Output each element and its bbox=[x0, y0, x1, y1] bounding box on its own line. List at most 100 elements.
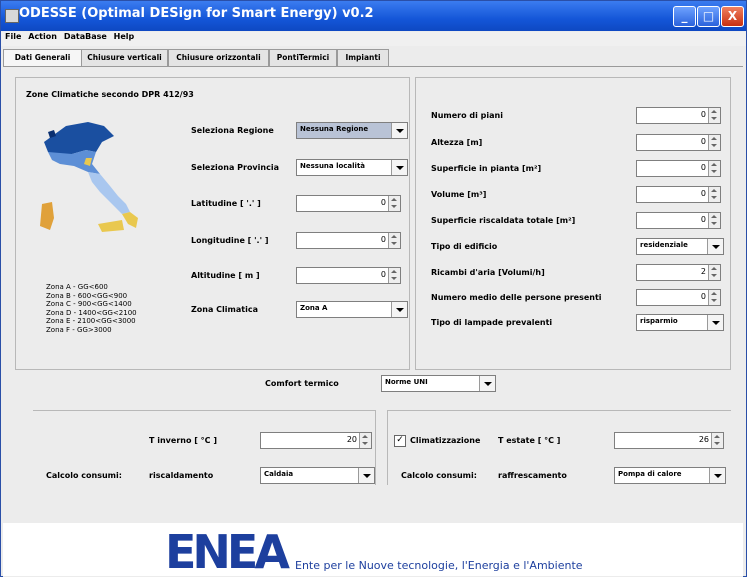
longitudine-label: Longitudine [ '.' ] bbox=[191, 236, 269, 245]
minimize-button[interactable]: _ bbox=[673, 6, 696, 27]
spinner-arrows-icon[interactable] bbox=[708, 135, 720, 150]
app-icon bbox=[5, 9, 19, 23]
altitudine-field[interactable]: 0 bbox=[296, 267, 401, 284]
chevron-down-icon[interactable] bbox=[707, 315, 723, 330]
superficie-riscaldata-label: Superficie riscaldata totale [m²] bbox=[431, 216, 576, 225]
summer-panel: ✓ Climatizzazione T estate [ °C ] 26 Cal… bbox=[387, 410, 731, 485]
window-title: ODESSE (Optimal DESign for Smart Energy)… bbox=[19, 6, 374, 21]
volume-label: Volume [m³] bbox=[431, 190, 487, 199]
menu-bar: File Action DataBase Help bbox=[1, 32, 746, 46]
chevron-down-icon[interactable] bbox=[358, 468, 374, 483]
tab-content: Zone Climatiche secondo DPR 412/93 Zona … bbox=[3, 66, 743, 577]
raffrescamento-label: raffrescamento bbox=[498, 471, 567, 480]
riscaldamento-label: riscaldamento bbox=[149, 471, 214, 480]
winter-consumi-label: Calcolo consumi: bbox=[46, 471, 122, 480]
spinner-arrows-icon[interactable] bbox=[708, 290, 720, 305]
maximize-button[interactable]: □ bbox=[697, 6, 720, 27]
t-estate-label: T estate [ °C ] bbox=[498, 436, 561, 445]
provincia-select[interactable]: Nessuna località bbox=[296, 159, 408, 176]
spinner-arrows-icon[interactable] bbox=[708, 265, 720, 280]
regione-select[interactable]: Nessuna Regione bbox=[296, 122, 408, 139]
chevron-down-icon[interactable] bbox=[479, 376, 495, 391]
provincia-label: Seleziona Provincia bbox=[191, 163, 279, 172]
superficie-pianta-label: Superficie in pianta [m²] bbox=[431, 164, 542, 173]
enea-logo-text: ENEA bbox=[165, 528, 290, 572]
tipo-lampade-select[interactable]: risparmio bbox=[636, 314, 724, 331]
t-estate-field[interactable]: 26 bbox=[614, 432, 724, 449]
ricambi-aria-field[interactable]: 2 bbox=[636, 264, 721, 281]
latitudine-value: 0 bbox=[380, 198, 386, 207]
superficie-riscaldata-field[interactable]: 0 bbox=[636, 212, 721, 229]
ricambi-aria-value: 2 bbox=[700, 267, 706, 276]
volume-field[interactable]: 0 bbox=[636, 186, 721, 203]
latitudine-label: Latitudine [ '.' ] bbox=[191, 199, 261, 208]
tipo-edificio-label: Tipo di edificio bbox=[431, 242, 498, 251]
tab-impianti[interactable]: Impianti bbox=[337, 49, 389, 66]
latitudine-field[interactable]: 0 bbox=[296, 195, 401, 212]
superficie-pianta-field[interactable]: 0 bbox=[636, 160, 721, 177]
superficie-riscaldata-value: 0 bbox=[700, 215, 706, 224]
regione-label: Seleziona Regione bbox=[191, 126, 274, 135]
spinner-arrows-icon[interactable] bbox=[708, 108, 720, 123]
building-panel: Numero di piani 0 Altezza [m] 0 Superfic… bbox=[415, 77, 731, 370]
numero-piani-label: Numero di piani bbox=[431, 111, 503, 120]
raffrescamento-select[interactable]: Pompa di calore bbox=[614, 467, 726, 484]
footer: ENEA Ente per le Nuove tecnologie, l'Ene… bbox=[3, 523, 743, 576]
legend-zone-c: Zona C - 900<GG<1400 bbox=[46, 300, 132, 308]
riscaldamento-select[interactable]: Caldaia bbox=[260, 467, 375, 484]
menu-file[interactable]: File bbox=[5, 32, 21, 41]
spinner-arrows-icon[interactable] bbox=[711, 433, 723, 448]
chevron-down-icon[interactable] bbox=[391, 123, 407, 138]
altitudine-value: 0 bbox=[380, 270, 386, 279]
title-bar[interactable]: ODESSE (Optimal DESign for Smart Energy)… bbox=[1, 1, 746, 31]
longitudine-value: 0 bbox=[380, 235, 386, 244]
tab-dati-generali[interactable]: Dati Generali bbox=[3, 49, 82, 67]
comfort-termico-select[interactable]: Norme UNI bbox=[381, 375, 496, 392]
spinner-arrows-icon[interactable] bbox=[359, 433, 371, 448]
altezza-value: 0 bbox=[700, 137, 706, 146]
tipo-edificio-select[interactable]: residenziale bbox=[636, 238, 724, 255]
chevron-down-icon[interactable] bbox=[707, 239, 723, 254]
persone-presenti-field[interactable]: 0 bbox=[636, 289, 721, 306]
tipo-edificio-value: residenziale bbox=[640, 241, 688, 249]
legend-zone-f: Zona F - GG>3000 bbox=[46, 325, 112, 334]
climate-zone-heading: Zone Climatiche secondo DPR 412/93 bbox=[26, 90, 194, 99]
spinner-arrows-icon[interactable] bbox=[388, 196, 400, 211]
chevron-down-icon[interactable] bbox=[709, 468, 725, 483]
close-button[interactable]: X bbox=[721, 6, 744, 27]
persone-presenti-value: 0 bbox=[700, 292, 706, 301]
climatizzazione-checkbox[interactable]: ✓ bbox=[394, 435, 406, 447]
persone-presenti-label: Numero medio delle persone presenti bbox=[431, 293, 602, 302]
enea-tagline: Ente per le Nuove tecnologie, l'Energia … bbox=[295, 559, 583, 572]
chevron-down-icon[interactable] bbox=[391, 302, 407, 317]
winter-panel: T inverno [ °C ] 20 Calcolo consumi: ris… bbox=[33, 410, 376, 485]
legend-zone-e: Zona E - 2100<GG<3000 bbox=[46, 317, 136, 325]
application-window: ODESSE (Optimal DESign for Smart Energy)… bbox=[0, 0, 747, 577]
spinner-arrows-icon[interactable] bbox=[708, 187, 720, 202]
longitudine-field[interactable]: 0 bbox=[296, 232, 401, 249]
climate-zone-panel: Zone Climatiche secondo DPR 412/93 Zona … bbox=[15, 77, 410, 370]
numero-piani-field[interactable]: 0 bbox=[636, 107, 721, 124]
ricambi-aria-label: Ricambi d'aria [Volumi/h] bbox=[431, 268, 545, 277]
menu-action[interactable]: Action bbox=[28, 32, 57, 41]
menu-help[interactable]: Help bbox=[114, 32, 135, 41]
zona-climatica-select[interactable]: Zona A bbox=[296, 301, 408, 318]
tipo-lampade-value: risparmio bbox=[640, 317, 678, 325]
spinner-arrows-icon[interactable] bbox=[708, 213, 720, 228]
spinner-arrows-icon[interactable] bbox=[708, 161, 720, 176]
spinner-arrows-icon[interactable] bbox=[388, 233, 400, 248]
riscaldamento-value: Caldaia bbox=[264, 470, 294, 478]
tipo-lampade-label: Tipo di lampade prevalenti bbox=[431, 318, 553, 327]
menu-database[interactable]: DataBase bbox=[64, 32, 107, 41]
provincia-value: Nessuna località bbox=[300, 162, 366, 170]
t-inverno-field[interactable]: 20 bbox=[260, 432, 372, 449]
tab-chiusure-verticali[interactable]: Chiusure verticali bbox=[81, 49, 168, 66]
chevron-down-icon[interactable] bbox=[391, 160, 407, 175]
altezza-field[interactable]: 0 bbox=[636, 134, 721, 151]
spinner-arrows-icon[interactable] bbox=[388, 268, 400, 283]
tab-ponti-termici[interactable]: PontiTermici bbox=[269, 49, 337, 66]
volume-value: 0 bbox=[700, 189, 706, 198]
comfort-termico-label: Comfort termico bbox=[265, 379, 339, 388]
tab-chiusure-orizzontali[interactable]: Chiusure orizzontali bbox=[168, 49, 269, 66]
raffrescamento-value: Pompa di calore bbox=[618, 470, 682, 478]
